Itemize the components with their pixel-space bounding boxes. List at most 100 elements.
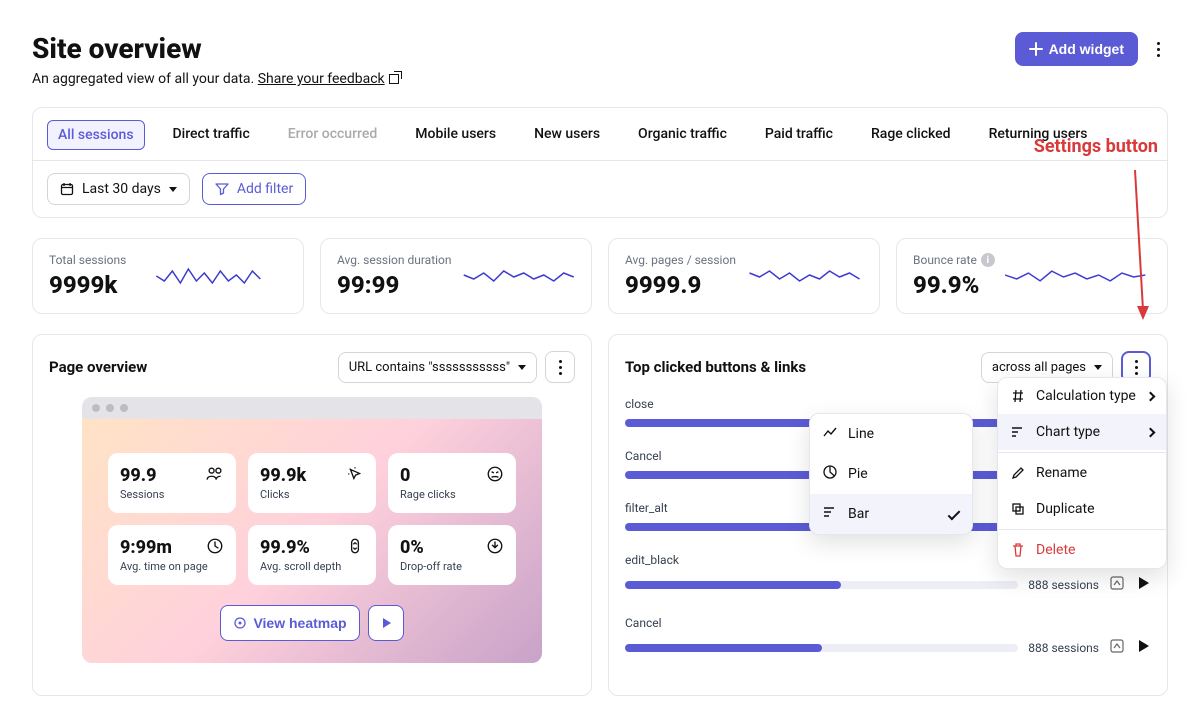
view-heatmap-label: View heatmap: [253, 615, 346, 631]
page-overview-card: Page overview URL contains "sssssssssss"…: [32, 334, 592, 696]
menu-calculation-type[interactable]: Calculation type: [998, 378, 1166, 414]
menu-chart-type[interactable]: Chart type: [998, 414, 1166, 450]
mini-card-avg-time-on-page: 9:99mAvg. time on page: [108, 525, 236, 585]
metric-label: Total sessions: [49, 253, 126, 267]
expand-icon[interactable]: [1109, 638, 1125, 657]
add-widget-button[interactable]: Add widget: [1015, 32, 1138, 66]
metric-card-bounce-rate: Bounce ratei 99.9%: [896, 238, 1168, 314]
browser-chrome: [82, 397, 542, 419]
metric-card-avg-session-duration: Avg. session duration 99:99: [320, 238, 592, 314]
chart-type-option-line[interactable]: Line: [810, 414, 972, 454]
date-range-select[interactable]: Last 30 days: [47, 173, 190, 205]
settings-menu: Calculation type Chart type Rename: [997, 377, 1167, 569]
tab-error-occurred: Error occurred: [278, 120, 388, 160]
pie-chart-icon: [822, 464, 838, 484]
page-overview-title: Page overview: [49, 358, 147, 376]
view-heatmap-button[interactable]: View heatmap: [220, 605, 359, 641]
caret-down-icon: [518, 365, 526, 370]
sparkline: [462, 261, 575, 291]
caret-down-icon: [169, 187, 177, 192]
metric-label: Avg. session duration: [337, 253, 452, 267]
line-chart-icon: [822, 424, 838, 444]
share-feedback-link[interactable]: Share your feedback: [258, 71, 399, 87]
browser-mock: 99.9Sessions 99.9k Clicks 0Rage clicks 9:99m…: [82, 397, 542, 663]
tab-direct-traffic[interactable]: Direct traffic: [163, 120, 260, 160]
page-overview-more-button[interactable]: [545, 351, 575, 383]
plus-icon: [1029, 42, 1043, 56]
angry-face-icon: [486, 465, 504, 487]
metric-card-total-sessions: Total sessions 9999k: [32, 238, 304, 314]
sparkline: [746, 261, 863, 291]
page-subtitle: An aggregated view of all your data. Sha…: [32, 71, 399, 87]
tab-rage-clicked[interactable]: Rage clicked: [861, 120, 961, 160]
mini-card-sessions: 99.9Sessions: [108, 453, 236, 513]
menu-duplicate[interactable]: Duplicate: [998, 491, 1166, 527]
bar-fill: [625, 644, 822, 652]
chart-type-option-label: Pie: [848, 466, 868, 482]
cursor-click-icon: [346, 465, 364, 487]
bar-sessions-count: 888 sessions: [1028, 641, 1099, 655]
mini-label: Clicks: [260, 488, 364, 501]
mini-value: 0%: [400, 537, 424, 558]
mini-value: 99.9k: [260, 465, 306, 486]
scroll-icon: [346, 537, 364, 559]
metric-value: 99:99: [337, 271, 452, 299]
metric-value: 9999k: [49, 271, 126, 299]
top-clicked-scope-label: across all pages: [992, 360, 1086, 375]
session-tabs: All sessions Direct traffic Error occurred…: [33, 108, 1167, 161]
menu-delete-label: Delete: [1036, 542, 1075, 558]
play-heatmap-button[interactable]: [368, 605, 404, 641]
menu-chart-type-label: Chart type: [1036, 424, 1100, 440]
top-clicked-card: Top clicked buttons & links across all p…: [608, 334, 1168, 696]
mini-label: Avg. scroll depth: [260, 560, 364, 573]
add-filter-label: Add filter: [237, 181, 293, 197]
annotation-label: Settings button: [1034, 136, 1158, 157]
tab-new-users[interactable]: New users: [524, 120, 610, 160]
trash-icon: [1010, 542, 1026, 558]
metric-value: 9999.9: [625, 271, 736, 299]
menu-rename[interactable]: Rename: [998, 455, 1166, 491]
bar-sessions-count: 888 sessions: [1028, 578, 1099, 592]
play-icon[interactable]: [1135, 638, 1151, 657]
tab-mobile-users[interactable]: Mobile users: [405, 120, 506, 160]
menu-delete[interactable]: Delete: [998, 532, 1166, 568]
page-more-button[interactable]: [1148, 38, 1168, 61]
target-icon: [233, 616, 247, 630]
tab-all-sessions[interactable]: All sessions: [47, 120, 145, 150]
duplicate-icon: [1010, 501, 1026, 517]
bar-track: [625, 644, 1018, 652]
menu-divider: [998, 452, 1166, 453]
page-overview-filter-select[interactable]: URL contains "sssssssssss": [338, 352, 537, 383]
chart-type-menu: Line Pie Bar: [809, 413, 973, 535]
subtitle-text: An aggregated view of all your data.: [32, 71, 258, 87]
external-link-icon: [389, 74, 399, 84]
tab-organic-traffic[interactable]: Organic traffic: [628, 120, 737, 160]
calendar-icon: [60, 182, 74, 196]
hash-icon: [1010, 388, 1026, 404]
menu-calculation-type-label: Calculation type: [1036, 388, 1136, 404]
sparkline: [136, 261, 287, 291]
metric-label: Avg. pages / session: [625, 253, 736, 267]
mini-value: 9:99m: [120, 537, 172, 558]
chevron-right-icon: [1146, 427, 1156, 437]
chart-type-option-pie[interactable]: Pie: [810, 454, 972, 494]
mini-card-clicks: 99.9k Clicks: [248, 453, 376, 513]
clock-icon: [206, 537, 224, 559]
add-filter-button[interactable]: Add filter: [202, 173, 306, 205]
info-icon[interactable]: i: [981, 253, 995, 267]
page-overview-filter-label: URL contains "sssssssssss": [349, 360, 510, 375]
sparkline: [1005, 261, 1151, 291]
tab-paid-traffic[interactable]: Paid traffic: [755, 120, 843, 160]
play-icon[interactable]: [1135, 575, 1151, 594]
menu-rename-label: Rename: [1036, 465, 1087, 481]
page-title: Site overview: [32, 32, 399, 65]
bar-chart-icon: [1010, 424, 1026, 440]
bar-chart-icon: [822, 504, 838, 524]
chevron-right-icon: [1146, 391, 1156, 401]
menu-divider: [998, 529, 1166, 530]
expand-icon[interactable]: [1109, 575, 1125, 594]
bar-item: Cancel 888 sessions: [625, 616, 1151, 657]
chart-type-option-bar[interactable]: Bar: [810, 494, 972, 534]
bar-track: [625, 581, 1018, 589]
mini-card-rage-clicks: 0Rage clicks: [388, 453, 516, 513]
